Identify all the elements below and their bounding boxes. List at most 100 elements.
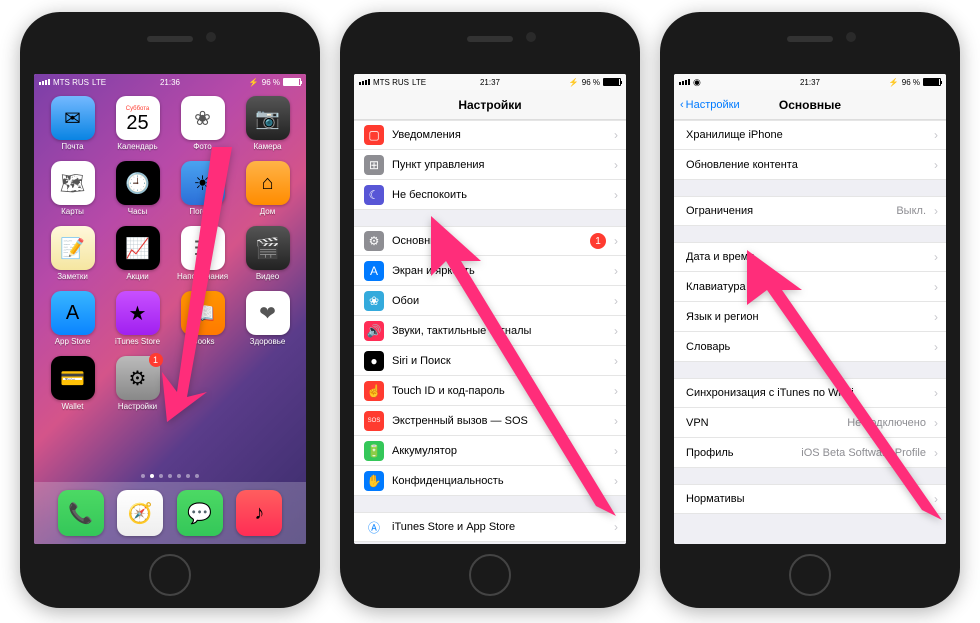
app-iBooks[interactable]: 📖iBooks: [178, 291, 228, 346]
cell-label: Аккумулятор: [392, 445, 606, 457]
chevron-right-icon: ›: [934, 416, 938, 430]
app-label: Почта: [61, 142, 83, 151]
app-Wallet[interactable]: 💳Wallet: [48, 356, 98, 411]
app-icon[interactable]: 🗺: [51, 161, 95, 205]
settings-cell[interactable]: Нормативы›: [674, 484, 946, 514]
settings-cell[interactable]: Клавиатура›: [674, 272, 946, 302]
settings-cell[interactable]: 🔊Звуки, тактильные сигналы›: [354, 316, 626, 346]
settings-cell[interactable]: ⒶiTunes Store и App Store›: [354, 512, 626, 542]
app-icon[interactable]: 📷: [246, 96, 290, 140]
home-button[interactable]: [789, 554, 831, 596]
nav-bar: Настройки: [354, 90, 626, 120]
app-iTunes Store[interactable]: ★ iTunes Store: [113, 291, 163, 346]
app-Видео[interactable]: 🎬Видео: [243, 226, 293, 281]
home-button[interactable]: [469, 554, 511, 596]
app-label: Часы: [128, 207, 148, 216]
settings-cell[interactable]: Хранилище iPhone›: [674, 120, 946, 150]
home-button[interactable]: [149, 554, 191, 596]
app-Карты[interactable]: 🗺 Карты: [48, 161, 98, 216]
cell-label: Словарь: [686, 341, 926, 353]
dock-app[interactable]: ♪: [236, 490, 282, 536]
settings-cell[interactable]: ☝Touch ID и код-пароль›: [354, 376, 626, 406]
app-icon[interactable]: 🕘: [116, 161, 160, 205]
nav-bar: ‹ Настройки Основные: [674, 90, 946, 120]
settings-cell[interactable]: Дата и время›: [674, 242, 946, 272]
cell-icon: SOS: [364, 411, 384, 431]
app-App Store[interactable]: AApp Store: [48, 291, 98, 346]
app-icon[interactable]: Суббота25: [116, 96, 160, 140]
chevron-right-icon: ›: [614, 264, 618, 278]
app-icon[interactable]: A: [51, 291, 95, 335]
settings-cell[interactable]: 🔋Аккумулятор›: [354, 436, 626, 466]
settings-cell[interactable]: Обновление контента›: [674, 150, 946, 180]
settings-cell[interactable]: ❀Обои›: [354, 286, 626, 316]
app-label: Фото: [193, 142, 211, 151]
settings-cell[interactable]: ⊞Пункт управления›: [354, 150, 626, 180]
dock-app[interactable]: 📞: [58, 490, 104, 536]
app-label: Карты: [61, 207, 84, 216]
chevron-right-icon: ›: [934, 250, 938, 264]
clock: 21:37: [480, 78, 500, 87]
settings-cell[interactable]: Язык и регион›: [674, 302, 946, 332]
settings-cell[interactable]: ▢Уведомления›: [354, 120, 626, 150]
settings-cell[interactable]: ●Siri и Поиск›: [354, 346, 626, 376]
app-Напоминания[interactable]: ☰Напоминания: [178, 226, 228, 281]
settings-cell[interactable]: Словарь›: [674, 332, 946, 362]
app-icon[interactable]: 💳: [51, 356, 95, 400]
dock-app[interactable]: 💬: [177, 490, 223, 536]
app-Акции[interactable]: 📈 Акции: [113, 226, 163, 281]
chevron-right-icon: ›: [614, 294, 618, 308]
settings-cell[interactable]: SOSЭкстренный вызов — SOS›: [354, 406, 626, 436]
app-icon[interactable]: ⌂: [246, 161, 290, 205]
app-Здоровье[interactable]: ❤Здоровье: [243, 291, 293, 346]
app-Календарь[interactable]: Суббота25Календарь: [113, 96, 163, 151]
app-Почта[interactable]: ✉ Почта: [48, 96, 98, 151]
settings-cell[interactable]: Синхронизация с iTunes по Wi-Fi›: [674, 378, 946, 408]
app-Дом[interactable]: ⌂Дом: [243, 161, 293, 216]
badge: 1: [149, 353, 163, 367]
app-icon[interactable]: ☰: [181, 226, 225, 270]
app-label: iTunes Store: [115, 337, 160, 346]
app-Часы[interactable]: 🕘 Часы: [113, 161, 163, 216]
app-icon[interactable]: ☀: [181, 161, 225, 205]
cell-icon: ⊞: [364, 155, 384, 175]
phone-home: MTS RUS LTE 21:36 ⚡ 96 % ✉ПочтаСуббота25…: [20, 12, 320, 608]
settings-cell[interactable]: VPNНе подключено›: [674, 408, 946, 438]
chevron-right-icon: ›: [934, 386, 938, 400]
cell-label: Язык и регион: [686, 311, 926, 323]
app-icon[interactable]: 🎬: [246, 226, 290, 270]
settings-list[interactable]: ▢Уведомления›⊞Пункт управления›☾Не беспо…: [354, 120, 626, 544]
app-Погода[interactable]: ☀Погода: [178, 161, 228, 216]
settings-cell[interactable]: ☾Не беспокоить›: [354, 180, 626, 210]
cell-icon: ❀: [364, 291, 384, 311]
app-icon[interactable]: 📖: [181, 291, 225, 335]
settings-cell[interactable]: ПрофильiOS Beta Software Profile›: [674, 438, 946, 468]
back-button[interactable]: ‹ Настройки: [680, 99, 740, 111]
settings-cell[interactable]: AЭкран и яркость›: [354, 256, 626, 286]
page-dots[interactable]: [34, 474, 306, 478]
cell-label: Конфиденциальность: [392, 475, 606, 487]
app-Камера[interactable]: 📷Камера: [243, 96, 293, 151]
app-Заметки[interactable]: 📝Заметки: [48, 226, 98, 281]
app-icon[interactable]: ✉: [51, 96, 95, 140]
chevron-right-icon: ›: [934, 492, 938, 506]
chevron-right-icon: ›: [614, 128, 618, 142]
cell-label: Экстренный вызов — SOS: [392, 415, 606, 427]
app-icon[interactable]: ⚙1: [116, 356, 160, 400]
app-Настройки[interactable]: ⚙1Настройки: [113, 356, 163, 411]
dock: 📞 🧭 💬 ♪: [34, 482, 306, 544]
app-label: Акции: [126, 272, 148, 281]
app-icon[interactable]: ★: [116, 291, 160, 335]
app-icon[interactable]: ❤: [246, 291, 290, 335]
cell-icon: 🔊: [364, 321, 384, 341]
app-Фото[interactable]: ❀ Фото: [178, 96, 228, 151]
settings-cell[interactable]: ОграниченияВыкл.›: [674, 196, 946, 226]
app-icon[interactable]: 📝: [51, 226, 95, 270]
app-icon[interactable]: 📈: [116, 226, 160, 270]
home-screen[interactable]: MTS RUS LTE 21:36 ⚡ 96 % ✉ПочтаСуббота25…: [34, 74, 306, 544]
app-icon[interactable]: ❀: [181, 96, 225, 140]
dock-app[interactable]: 🧭: [117, 490, 163, 536]
settings-cell[interactable]: ✋Конфиденциальность›: [354, 466, 626, 496]
settings-cell[interactable]: ⚙Основные1›: [354, 226, 626, 256]
general-list[interactable]: Хранилище iPhone›Обновление контента› Огр…: [674, 120, 946, 544]
